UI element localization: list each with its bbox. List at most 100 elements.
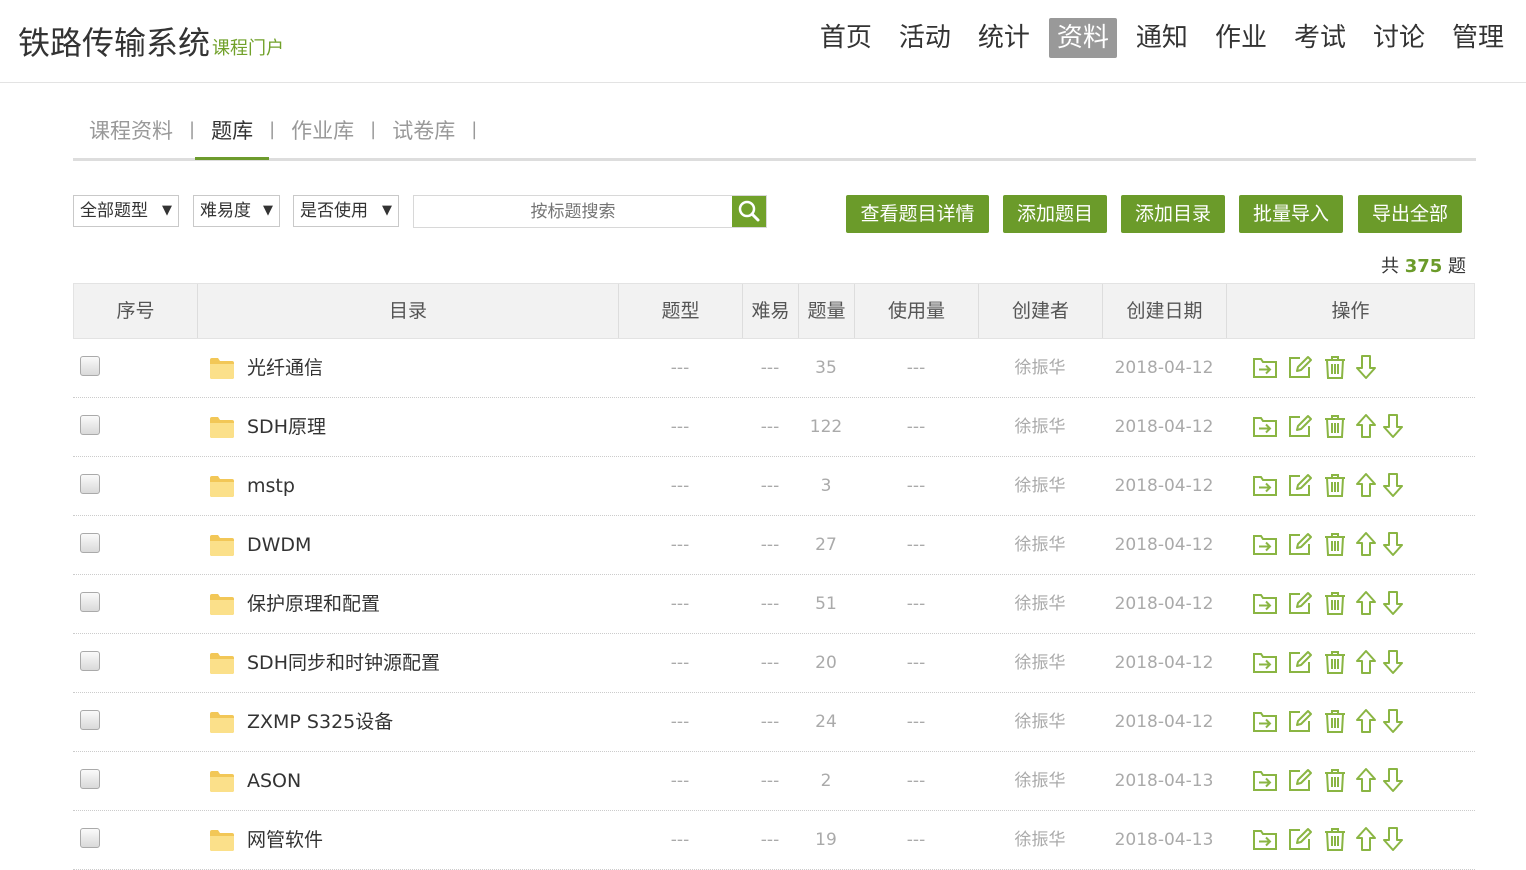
row-checkbox[interactable]	[80, 651, 100, 671]
move-to-folder-icon[interactable]	[1252, 590, 1278, 616]
move-to-folder-icon[interactable]	[1252, 354, 1278, 380]
row-checkbox[interactable]	[80, 592, 100, 612]
difficulty-select[interactable]: 难易度 ▼	[193, 195, 280, 227]
directory-name[interactable]: mstp	[247, 457, 295, 515]
move-to-folder-icon[interactable]	[1252, 472, 1278, 498]
usage-select[interactable]: 是否使用 ▼	[293, 195, 399, 227]
nav-activity[interactable]: 活动	[891, 18, 959, 58]
move-to-folder-icon[interactable]	[1252, 767, 1278, 793]
usage-value: 是否使用	[300, 201, 368, 221]
row-checkbox[interactable]	[80, 828, 100, 848]
nav-discussion[interactable]: 讨论	[1365, 18, 1433, 58]
view-question-details-button[interactable]: 查看题目详情	[846, 195, 989, 233]
move-up-icon[interactable]	[1353, 708, 1379, 734]
row-checkbox[interactable]	[80, 710, 100, 730]
tab-separator: |	[471, 119, 478, 140]
directory-name[interactable]: 保护原理和配置	[247, 575, 380, 633]
folder-icon	[210, 594, 234, 615]
move-down-icon[interactable]	[1380, 413, 1406, 439]
directory-name[interactable]: 网管软件	[247, 811, 323, 869]
move-down-icon[interactable]	[1380, 531, 1406, 557]
move-up-icon[interactable]	[1353, 531, 1379, 557]
delete-icon[interactable]	[1322, 590, 1348, 616]
row-checkbox[interactable]	[80, 415, 100, 435]
move-down-icon[interactable]	[1380, 649, 1406, 675]
move-to-folder-icon[interactable]	[1252, 649, 1278, 675]
edit-icon[interactable]	[1287, 531, 1313, 557]
move-up-icon[interactable]	[1353, 472, 1379, 498]
question-type-value: 全部题型	[80, 201, 148, 221]
batch-import-button[interactable]: 批量导入	[1239, 195, 1343, 233]
move-up-icon[interactable]	[1353, 767, 1379, 793]
caret-down-icon: ▼	[382, 203, 392, 218]
row-checkbox[interactable]	[80, 356, 100, 376]
tab-course-materials[interactable]: 课程资料	[73, 110, 189, 157]
directory-name[interactable]: ZXMP S325设备	[247, 693, 393, 751]
edit-icon[interactable]	[1287, 649, 1313, 675]
col-operations: 操作	[1331, 300, 1370, 322]
search-input[interactable]	[414, 196, 732, 227]
edit-icon[interactable]	[1287, 354, 1313, 380]
delete-icon[interactable]	[1322, 531, 1348, 557]
delete-icon[interactable]	[1322, 649, 1348, 675]
edit-icon[interactable]	[1287, 826, 1313, 852]
move-up-icon[interactable]	[1353, 649, 1379, 675]
search-button[interactable]	[732, 196, 766, 227]
cell-difficulty: ---	[760, 830, 780, 850]
row-checkbox[interactable]	[80, 769, 100, 789]
move-down-icon[interactable]	[1380, 590, 1406, 616]
col-count: 题量	[799, 284, 855, 338]
delete-icon[interactable]	[1322, 708, 1348, 734]
delete-icon[interactable]	[1322, 826, 1348, 852]
delete-icon[interactable]	[1322, 472, 1348, 498]
move-to-folder-icon[interactable]	[1252, 413, 1278, 439]
delete-icon[interactable]	[1322, 413, 1348, 439]
directory-name[interactable]: DWDM	[247, 516, 311, 574]
move-down-icon[interactable]	[1380, 708, 1406, 734]
row-checkbox[interactable]	[80, 533, 100, 553]
tab-question-bank[interactable]: 题库	[195, 110, 270, 160]
move-up-icon[interactable]	[1353, 826, 1379, 852]
nav-materials[interactable]: 资料	[1048, 18, 1117, 58]
folder-icon	[210, 535, 234, 556]
nav-homework[interactable]: 作业	[1207, 18, 1275, 58]
nav-home[interactable]: 首页	[812, 18, 880, 58]
delete-icon[interactable]	[1322, 767, 1348, 793]
edit-icon[interactable]	[1287, 767, 1313, 793]
move-down-icon[interactable]	[1380, 767, 1406, 793]
export-all-button[interactable]: 导出全部	[1358, 195, 1462, 233]
tab-paper-bank[interactable]: 试卷库	[376, 110, 471, 157]
edit-icon[interactable]	[1287, 472, 1313, 498]
main-nav: 首页 活动 统计 资料 通知 作业 考试 讨论 管理	[801, 18, 1512, 58]
folder-icon	[210, 417, 234, 438]
nav-exam[interactable]: 考试	[1286, 18, 1354, 58]
move-up-icon[interactable]	[1353, 590, 1379, 616]
delete-icon[interactable]	[1322, 354, 1348, 380]
edit-icon[interactable]	[1287, 590, 1313, 616]
add-question-button[interactable]: 添加题目	[1003, 195, 1107, 233]
row-checkbox[interactable]	[80, 474, 100, 494]
add-directory-button[interactable]: 添加目录	[1121, 195, 1225, 233]
edit-icon[interactable]	[1287, 708, 1313, 734]
cell-usage: ---	[906, 417, 926, 437]
tab-homework-bank[interactable]: 作业库	[275, 110, 370, 157]
move-to-folder-icon[interactable]	[1252, 826, 1278, 852]
move-down-icon[interactable]	[1380, 472, 1406, 498]
cell-type: ---	[670, 830, 690, 850]
cell-creator: 徐振华	[1014, 653, 1066, 673]
move-to-folder-icon[interactable]	[1252, 531, 1278, 557]
directory-name[interactable]: ASON	[247, 752, 301, 810]
directory-name[interactable]: SDH原理	[247, 398, 326, 456]
directory-name[interactable]: SDH同步和时钟源配置	[247, 634, 440, 692]
nav-statistics[interactable]: 统计	[970, 18, 1038, 58]
move-down-icon[interactable]	[1353, 354, 1379, 380]
nav-manage[interactable]: 管理	[1444, 18, 1512, 58]
move-up-icon[interactable]	[1353, 413, 1379, 439]
directory-name[interactable]: 光纤通信	[247, 339, 323, 397]
move-down-icon[interactable]	[1380, 826, 1406, 852]
edit-icon[interactable]	[1287, 413, 1313, 439]
brand[interactable]: 铁路传输系统 课程门户	[18, 18, 284, 64]
question-type-select[interactable]: 全部题型 ▼	[73, 195, 179, 227]
nav-notice[interactable]: 通知	[1128, 18, 1196, 58]
move-to-folder-icon[interactable]	[1252, 708, 1278, 734]
